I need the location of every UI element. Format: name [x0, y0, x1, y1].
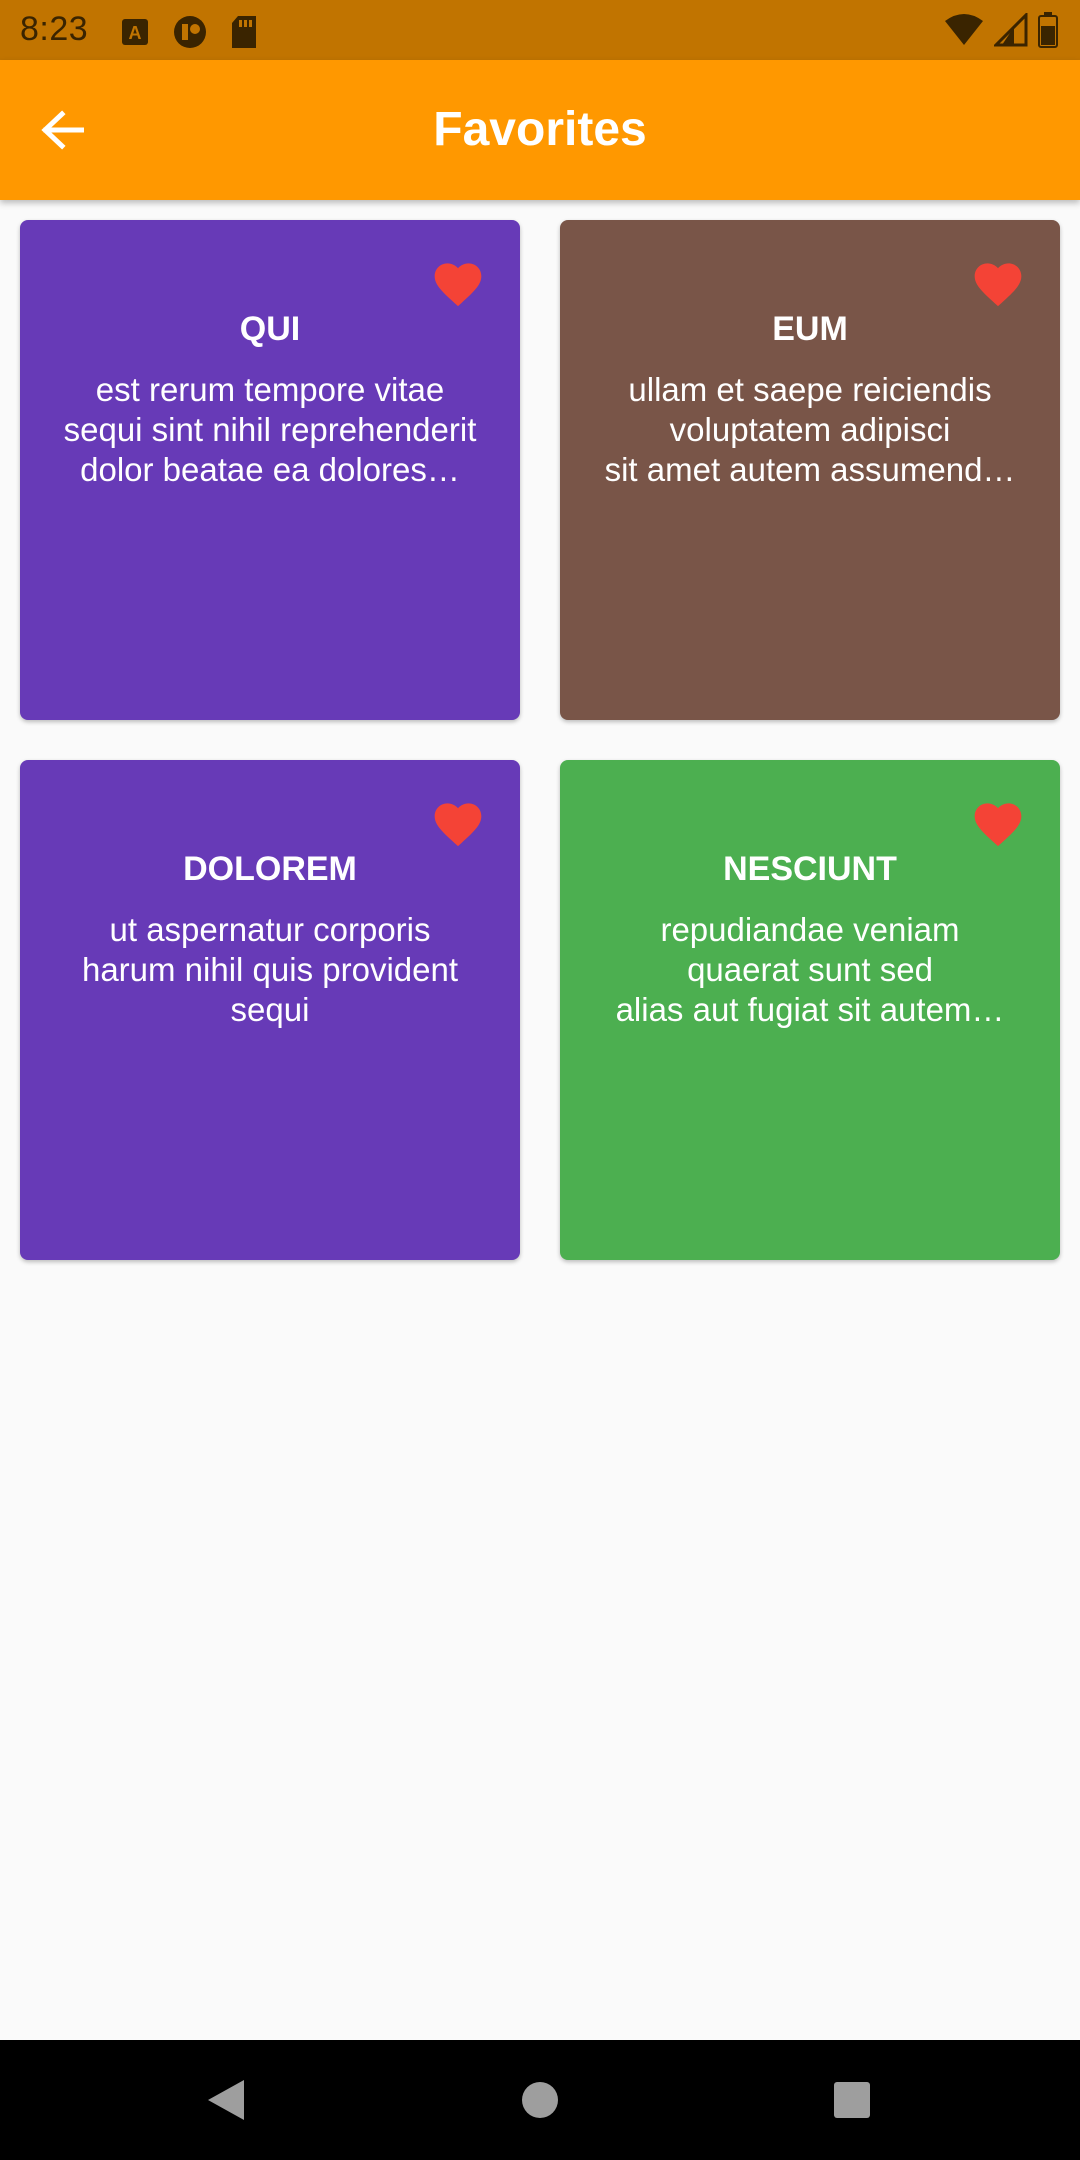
favorite-card[interactable]: EUM ullam et saepe reiciendis voluptatem…: [560, 220, 1060, 720]
battery-icon: [1038, 12, 1058, 48]
record-icon: [174, 16, 206, 48]
nav-back-button[interactable]: [196, 2070, 256, 2130]
svg-text:A: A: [129, 23, 142, 43]
sd-card-icon: [232, 16, 256, 48]
signal-icon: [994, 13, 1028, 47]
card-title: QUI: [239, 310, 301, 348]
card-body: repudiandae veniam quaerat sunt sed alia…: [615, 911, 1005, 1028]
card-body: ut aspernatur corporis harum nihil quis …: [81, 911, 459, 1028]
system-nav-bar: [0, 2040, 1080, 2160]
nav-home-button[interactable]: [510, 2070, 570, 2130]
card-body: est rerum tempore vitae sequi sint nihil…: [63, 371, 477, 488]
heart-icon[interactable]: [430, 796, 486, 848]
favorite-card[interactable]: QUI est rerum tempore vitae sequi sint n…: [20, 220, 520, 720]
status-icons-left: A: [120, 14, 258, 50]
heart-icon[interactable]: [970, 796, 1026, 848]
favorites-grid: QUI est rerum tempore vitae sequi sint n…: [20, 220, 1060, 1260]
nav-home-icon: [522, 2082, 558, 2118]
card-title: DOLOREM: [183, 850, 357, 888]
heart-icon[interactable]: [970, 256, 1026, 308]
status-time: 8:23: [20, 10, 89, 48]
card-title: EUM: [772, 310, 848, 348]
heart-icon[interactable]: [430, 256, 486, 308]
wifi-icon: [945, 14, 983, 45]
page-title: Favorites: [433, 103, 647, 156]
status-bar: 8:23 A: [0, 0, 1080, 60]
favorite-card[interactable]: DOLOREM ut aspernatur corporis harum nih…: [20, 760, 520, 1260]
nav-recents-icon: [834, 2082, 870, 2118]
status-icons-right: [944, 12, 1058, 48]
app-bar: Favorites: [0, 60, 1080, 200]
nav-back-icon: [208, 2080, 244, 2120]
nav-recents-button[interactable]: [822, 2070, 882, 2130]
a-badge-icon: A: [122, 19, 148, 45]
favorite-card[interactable]: NESCIUNT repudiandae veniam quaerat sunt…: [560, 760, 1060, 1260]
card-body: ullam et saepe reiciendis voluptatem adi…: [604, 371, 1016, 488]
card-title: NESCIUNT: [723, 850, 897, 888]
